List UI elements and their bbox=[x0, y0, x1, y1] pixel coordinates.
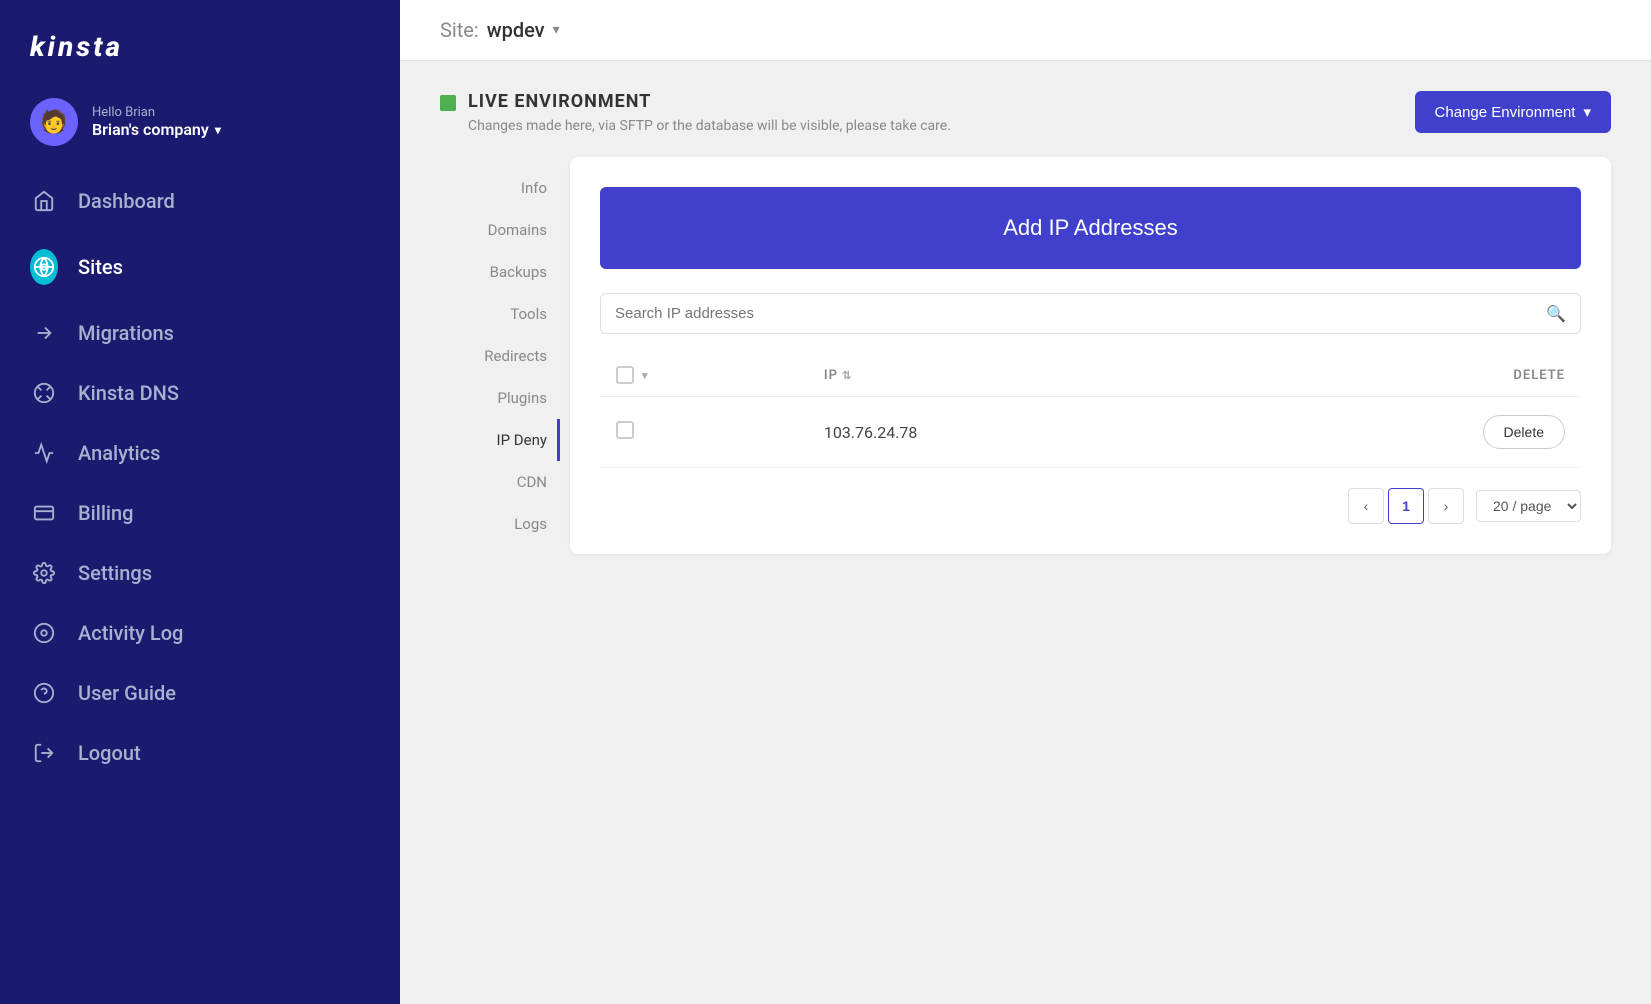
sidebar-item-label: Activity Log bbox=[78, 621, 183, 645]
add-ip-addresses-button[interactable]: Add IP Addresses bbox=[600, 187, 1581, 269]
sidebar-item-label: Settings bbox=[78, 561, 152, 585]
select-all-checkbox[interactable] bbox=[616, 366, 634, 384]
sidebar-item-sites[interactable]: Sites bbox=[0, 231, 400, 303]
sidebar-item-label: Sites bbox=[78, 255, 123, 279]
sidebar-item-billing[interactable]: Billing bbox=[0, 483, 400, 543]
sidebar-item-dashboard[interactable]: Dashboard bbox=[0, 171, 400, 231]
home-icon bbox=[30, 190, 58, 212]
user-profile[interactable]: 🧑 Hello Brian Brian's company ▾ bbox=[0, 83, 400, 171]
env-status-dot bbox=[440, 95, 456, 111]
page-content: LIVE ENVIRONMENT Changes made here, via … bbox=[400, 61, 1651, 1004]
site-selector[interactable]: Site: wpdev ▾ bbox=[440, 18, 560, 42]
col-delete-header: DELETE bbox=[1212, 354, 1581, 397]
sidebar-item-label: Dashboard bbox=[78, 189, 175, 213]
env-description: Changes made here, via SFTP or the datab… bbox=[468, 116, 951, 137]
sub-navigation: Info Domains Backups Tools Redirects Plu… bbox=[440, 157, 560, 554]
subnav-item-redirects[interactable]: Redirects bbox=[440, 335, 560, 377]
sidebar-item-analytics[interactable]: Analytics bbox=[0, 423, 400, 483]
change-env-chevron-icon: ▾ bbox=[1583, 103, 1591, 121]
guide-icon bbox=[30, 682, 58, 704]
logout-icon bbox=[30, 742, 58, 764]
sidebar-item-logout[interactable]: Logout bbox=[0, 723, 400, 783]
user-info: Hello Brian Brian's company ▾ bbox=[92, 105, 221, 139]
table-row: 103.76.24.78 Delete bbox=[600, 397, 1581, 468]
sidebar-item-label: Logout bbox=[78, 741, 141, 765]
pagination-page-1-button[interactable]: 1 bbox=[1388, 488, 1424, 524]
ip-deny-card: Add IP Addresses 🔍 ▾ bbox=[570, 157, 1611, 554]
search-icon: 🔍 bbox=[1546, 304, 1566, 323]
search-input[interactable] bbox=[615, 305, 1546, 322]
migrations-icon bbox=[30, 322, 58, 344]
main-content: Site: wpdev ▾ LIVE ENVIRONMENT Changes m… bbox=[400, 0, 1651, 1004]
sidebar-item-label: Kinsta DNS bbox=[78, 381, 179, 405]
ip-cell: 103.76.24.78 bbox=[808, 397, 1212, 468]
panel-area: Info Domains Backups Tools Redirects Plu… bbox=[440, 157, 1611, 554]
subnav-item-cdn[interactable]: CDN bbox=[440, 461, 560, 503]
billing-icon bbox=[30, 502, 58, 524]
col-checkbox: ▾ bbox=[600, 354, 808, 397]
company-chevron-icon: ▾ bbox=[215, 123, 221, 137]
sites-icon bbox=[30, 249, 58, 285]
logo: kinsta bbox=[0, 0, 400, 83]
logo-text: kinsta bbox=[30, 30, 123, 63]
sidebar-item-label: Migrations bbox=[78, 321, 174, 345]
env-title: LIVE ENVIRONMENT bbox=[468, 91, 951, 112]
sidebar-item-user-guide[interactable]: User Guide bbox=[0, 663, 400, 723]
site-chevron-icon: ▾ bbox=[553, 22, 560, 38]
sidebar-item-settings[interactable]: Settings bbox=[0, 543, 400, 603]
site-label: Site: bbox=[440, 18, 479, 42]
col-ip-header: IP ⇅ bbox=[808, 354, 1212, 397]
dns-icon bbox=[30, 382, 58, 404]
subnav-item-domains[interactable]: Domains bbox=[440, 209, 560, 251]
subnav-item-tools[interactable]: Tools bbox=[440, 293, 560, 335]
checkbox-chevron-icon: ▾ bbox=[642, 369, 649, 382]
sidebar-item-activity-log[interactable]: Activity Log bbox=[0, 603, 400, 663]
sidebar-item-label: Analytics bbox=[78, 441, 160, 465]
env-info: LIVE ENVIRONMENT Changes made here, via … bbox=[440, 91, 951, 137]
subnav-item-ip-deny[interactable]: IP Deny bbox=[440, 419, 560, 461]
environment-banner: LIVE ENVIRONMENT Changes made here, via … bbox=[440, 91, 1611, 137]
row-checkbox[interactable] bbox=[616, 421, 634, 439]
delete-cell: Delete bbox=[1212, 397, 1581, 468]
subnav-item-info[interactable]: Info bbox=[440, 167, 560, 209]
settings-icon bbox=[30, 562, 58, 584]
subnav-item-backups[interactable]: Backups bbox=[440, 251, 560, 293]
main-nav: Dashboard Sites Migrations Kinsta DNS bbox=[0, 171, 400, 803]
sidebar-item-label: Billing bbox=[78, 501, 134, 525]
row-checkbox-cell bbox=[600, 397, 808, 468]
table-header-row: ▾ IP ⇅ DELETE bbox=[600, 354, 1581, 397]
env-text: LIVE ENVIRONMENT Changes made here, via … bbox=[468, 91, 951, 137]
pagination-next-button[interactable]: › bbox=[1428, 488, 1464, 524]
subnav-item-plugins[interactable]: Plugins bbox=[440, 377, 560, 419]
page-header: Site: wpdev ▾ bbox=[400, 0, 1651, 61]
sidebar-item-label: User Guide bbox=[78, 681, 176, 705]
sidebar-item-kinsta-dns[interactable]: Kinsta DNS bbox=[0, 363, 400, 423]
site-name: wpdev bbox=[487, 18, 545, 42]
subnav-item-logs[interactable]: Logs bbox=[440, 503, 560, 545]
activity-icon bbox=[30, 622, 58, 644]
analytics-icon bbox=[30, 442, 58, 464]
ip-table: ▾ IP ⇅ DELETE bbox=[600, 354, 1581, 468]
ip-sort-icon[interactable]: ⇅ bbox=[842, 369, 852, 382]
change-environment-button[interactable]: Change Environment ▾ bbox=[1415, 91, 1611, 133]
avatar: 🧑 bbox=[30, 98, 78, 146]
user-hello: Hello Brian bbox=[92, 105, 221, 120]
delete-button[interactable]: Delete bbox=[1483, 415, 1565, 449]
pagination-prev-button[interactable]: ‹ bbox=[1348, 488, 1384, 524]
search-bar: 🔍 bbox=[600, 293, 1581, 334]
sidebar-item-migrations[interactable]: Migrations bbox=[0, 303, 400, 363]
user-company: Brian's company ▾ bbox=[92, 120, 221, 139]
pagination: ‹ 1 › 20 / page bbox=[600, 488, 1581, 524]
sidebar: kinsta 🧑 Hello Brian Brian's company ▾ D… bbox=[0, 0, 400, 1004]
per-page-select[interactable]: 20 / page bbox=[1476, 490, 1581, 522]
